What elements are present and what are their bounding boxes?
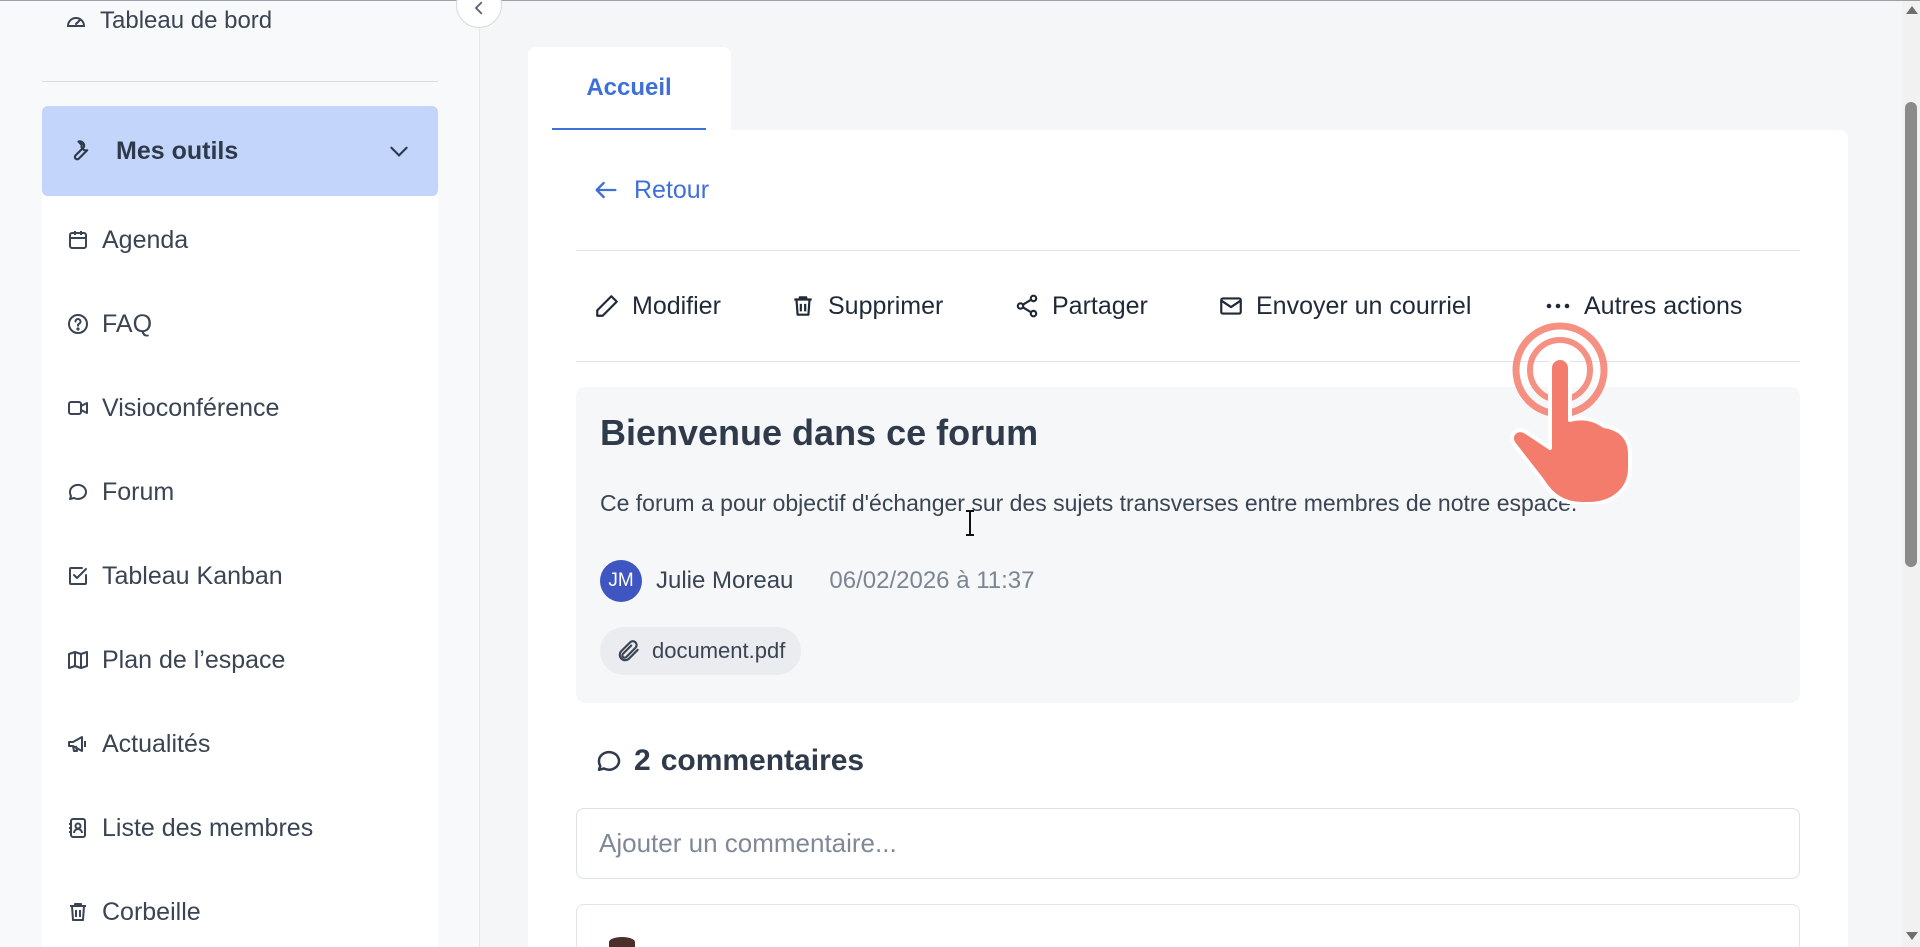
paperclip-icon bbox=[618, 640, 639, 662]
scroll-up-arrow[interactable] bbox=[1906, 6, 1918, 14]
pencil-icon bbox=[596, 295, 618, 317]
top-border bbox=[0, 0, 1920, 1]
chevron-left-icon bbox=[474, 1, 483, 15]
attachment-name: document.pdf bbox=[652, 638, 786, 663]
sidebar-item-label: Agenda bbox=[102, 225, 189, 254]
sidebar-item-trash[interactable]: Corbeille bbox=[66, 892, 201, 932]
post-title: Bienvenue dans ce forum bbox=[600, 412, 1039, 453]
trash-icon bbox=[70, 903, 86, 921]
scroll-down-arrow[interactable] bbox=[1906, 932, 1918, 940]
text-cursor-icon bbox=[966, 510, 974, 536]
comment-input[interactable] bbox=[576, 808, 1800, 879]
attachment-chip[interactable]: document.pdf bbox=[600, 627, 802, 675]
question-icon bbox=[68, 314, 88, 334]
video-icon bbox=[68, 401, 88, 415]
sidebar-item-dashboard[interactable]: Tableau de bord bbox=[64, 6, 272, 36]
sidebar-group-label: Mes outils bbox=[116, 136, 239, 165]
trash-icon bbox=[794, 296, 812, 316]
scrollbar-thumb[interactable] bbox=[1905, 102, 1917, 567]
author-name: Julie Moreau bbox=[656, 567, 794, 594]
sidebar: Tableau de bord Mes outils Agenda FAQ Vi… bbox=[0, 0, 480, 947]
comment-icon bbox=[597, 750, 621, 771]
sidebar-item-kanban[interactable]: Tableau Kanban bbox=[66, 556, 283, 596]
back-label: Retour bbox=[634, 175, 710, 204]
sidebar-tool-list: Agenda FAQ Visioconférence Forum Tableau… bbox=[42, 196, 438, 947]
tab-home[interactable]: Accueil bbox=[528, 47, 731, 131]
megaphone-icon bbox=[68, 736, 86, 752]
sidebar-item-faq[interactable]: FAQ bbox=[66, 304, 152, 344]
sidebar-item-label: Liste des membres bbox=[102, 813, 314, 842]
mail-icon bbox=[1220, 297, 1242, 315]
sidebar-item-map[interactable]: Plan de l’espace bbox=[66, 640, 285, 680]
divider bbox=[576, 250, 1800, 251]
contacts-icon bbox=[69, 818, 86, 838]
comment-card bbox=[576, 904, 1800, 947]
scrollbar[interactable] bbox=[1902, 0, 1920, 947]
share-button[interactable]: Partager bbox=[1014, 286, 1148, 326]
sidebar-item-label: Tableau de bord bbox=[100, 7, 273, 34]
post-body: Ce forum a pour objectif d'échanger sur … bbox=[600, 490, 1578, 516]
share-label: Partager bbox=[1052, 291, 1148, 320]
sidebar-group-my-tools[interactable]: Mes outils bbox=[42, 106, 438, 196]
sidebar-item-agenda[interactable]: Agenda bbox=[66, 220, 188, 260]
post-date: 06/02/2026 à 11:37 bbox=[829, 567, 1035, 594]
calendar-icon bbox=[69, 231, 87, 249]
more-actions-button[interactable]: Autres actions bbox=[1544, 286, 1742, 326]
more-actions-label: Autres actions bbox=[1584, 291, 1743, 320]
check-square-icon bbox=[69, 567, 87, 585]
sidebar-item-label: Corbeille bbox=[102, 897, 201, 926]
post-meta: JM Julie Moreau 06/02/2026 à 11:37 bbox=[600, 560, 1034, 602]
sidebar-item-video[interactable]: Visioconférence bbox=[66, 388, 279, 428]
share-icon bbox=[1016, 294, 1038, 318]
avatar: JM bbox=[600, 560, 642, 602]
sidebar-item-label: FAQ bbox=[102, 309, 153, 338]
sidebar-item-label: Visioconférence bbox=[102, 393, 280, 422]
sidebar-item-forum[interactable]: Forum bbox=[66, 472, 174, 512]
chat-icon bbox=[68, 483, 87, 500]
edit-button[interactable]: Modifier bbox=[594, 286, 721, 326]
send-email-button[interactable]: Envoyer un courriel bbox=[1218, 286, 1471, 326]
map-icon bbox=[68, 651, 88, 669]
sidebar-item-label: Plan de l’espace bbox=[102, 645, 286, 674]
tab-label: Accueil bbox=[552, 47, 706, 131]
sidebar-item-label: Actualités bbox=[102, 729, 211, 758]
chevron-down-icon bbox=[390, 146, 408, 157]
sidebar-item-news[interactable]: Actualités bbox=[66, 724, 210, 764]
comments-heading: 2 commentaires bbox=[594, 740, 864, 782]
sidebar-item-label: Forum bbox=[102, 477, 175, 506]
send-email-label: Envoyer un courriel bbox=[1256, 291, 1472, 320]
back-link[interactable]: Retour bbox=[592, 170, 709, 210]
arrow-left-icon bbox=[595, 181, 617, 199]
comments-label: commentaires bbox=[660, 744, 865, 777]
sidebar-item-label: Tableau Kanban bbox=[102, 561, 283, 590]
divider bbox=[576, 361, 1800, 362]
delete-button[interactable]: Supprimer bbox=[790, 286, 943, 326]
sidebar-divider bbox=[42, 81, 438, 82]
delete-label: Supprimer bbox=[828, 291, 944, 320]
comment-avatar bbox=[609, 937, 635, 947]
edit-label: Modifier bbox=[632, 291, 721, 320]
gauge-icon bbox=[66, 17, 86, 27]
more-horizontal-icon bbox=[1546, 303, 1570, 309]
sidebar-item-members[interactable]: Liste des membres bbox=[66, 808, 313, 848]
wrench-icon bbox=[73, 140, 89, 161]
comments-count: 2 bbox=[634, 744, 651, 777]
